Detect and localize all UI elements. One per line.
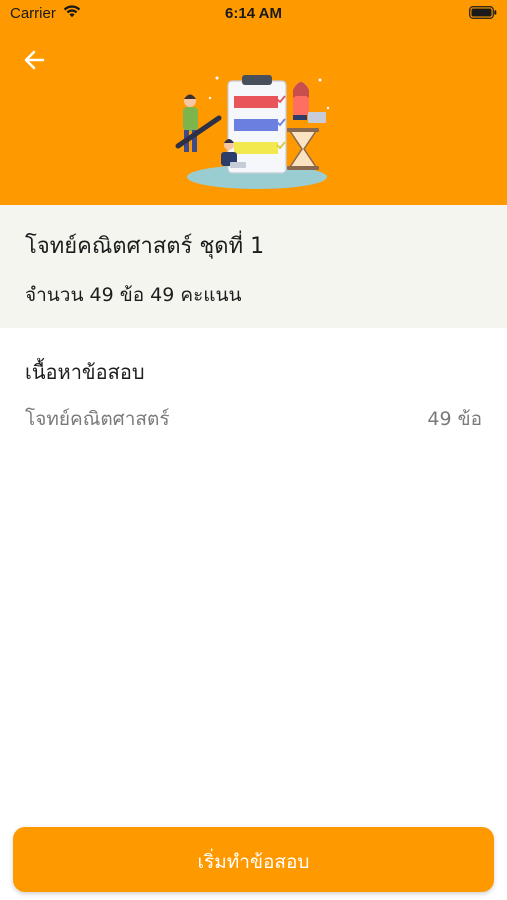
quiz-title: โจทย์คณิตศาสตร์ ชุดที่ 1 [25, 234, 265, 259]
back-button[interactable] [18, 44, 52, 76]
start-exam-label: เริ่มทำข้อสอบ [197, 851, 310, 873]
quiz-count: จำนวน 49 ข้อ 49 คะแนน [25, 284, 242, 306]
topic-count: 49 ข้อ [427, 408, 482, 430]
topic-name: โจทย์คณิตศาสตร์ [25, 408, 170, 430]
status-bar: Carrier 6:14 AM [0, 0, 507, 28]
status-time: 6:14 AM [225, 5, 282, 22]
topic-row: โจทย์คณิตศาสตร์ 49 ข้อ [25, 404, 482, 436]
exam-illustration [175, 75, 330, 189]
battery-icon [469, 6, 497, 19]
arrow-left-icon [24, 50, 45, 70]
start-exam-button[interactable]: เริ่มทำข้อสอบ [13, 827, 494, 892]
content-heading: เนื้อหาข้อสอบ [25, 360, 145, 384]
